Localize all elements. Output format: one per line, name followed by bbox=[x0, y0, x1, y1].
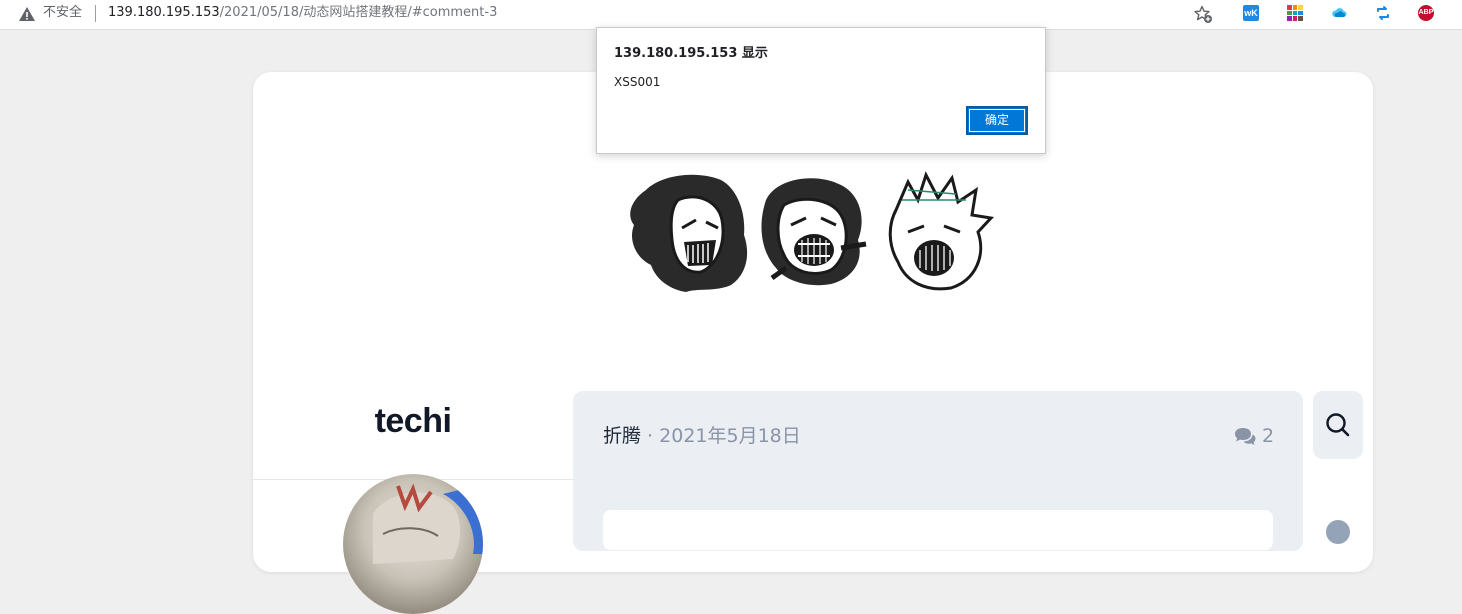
character-right-drawing bbox=[888, 171, 995, 291]
security-status-label[interactable]: 不安全 bbox=[43, 5, 82, 21]
post-date[interactable]: 2021年5月18日 bbox=[659, 425, 801, 447]
adblock-plus-icon[interactable]: ABP bbox=[1418, 5, 1434, 21]
sync-extension-icon[interactable] bbox=[1375, 5, 1391, 21]
site-title[interactable]: techi bbox=[253, 402, 573, 441]
alert-dialog: 139.180.195.153 显示 XSS001 确定 bbox=[596, 27, 1046, 154]
alert-message: XSS001 bbox=[614, 75, 661, 89]
post-meta-separator: · bbox=[641, 425, 660, 447]
alert-ok-button[interactable]: 确定 bbox=[966, 106, 1028, 135]
cloud-extension-icon[interactable] bbox=[1331, 5, 1347, 21]
color-palette-extension-icon[interactable] bbox=[1287, 5, 1303, 21]
avatar-image bbox=[373, 483, 483, 564]
header-illustration bbox=[630, 171, 995, 292]
alert-title: 139.180.195.153 显示 bbox=[614, 46, 768, 61]
post-meta: 折腾 · 2021年5月18日 bbox=[603, 424, 801, 448]
search-icon bbox=[1326, 413, 1350, 437]
warning-icon[interactable] bbox=[18, 5, 36, 23]
url-field[interactable]: 139.180.195.153/2021/05/18/动态网站搭建教程/#com… bbox=[108, 5, 497, 21]
comment-count-link[interactable]: 2 bbox=[1233, 424, 1274, 448]
url-divider bbox=[95, 5, 96, 22]
character-middle-drawing bbox=[761, 178, 867, 286]
wk-extension-icon[interactable]: wK bbox=[1243, 5, 1259, 21]
browser-address-bar: 不安全 139.180.195.153/2021/05/18/动态网站搭建教程/… bbox=[0, 0, 1462, 30]
author-avatar[interactable] bbox=[343, 474, 483, 614]
post-content-card bbox=[603, 510, 1273, 550]
character-left-drawing bbox=[630, 174, 748, 292]
url-host: 139.180.195.153 bbox=[108, 5, 220, 20]
comments-icon bbox=[1235, 428, 1256, 445]
url-path: /2021/05/18/动态网站搭建教程/#comment-3 bbox=[219, 5, 498, 20]
bookmark-star-icon[interactable] bbox=[1193, 4, 1213, 24]
search-button[interactable] bbox=[1313, 391, 1363, 459]
user-menu-icon[interactable] bbox=[1326, 520, 1350, 544]
comment-count-value: 2 bbox=[1262, 425, 1275, 447]
post-author[interactable]: 折腾 bbox=[603, 425, 641, 447]
